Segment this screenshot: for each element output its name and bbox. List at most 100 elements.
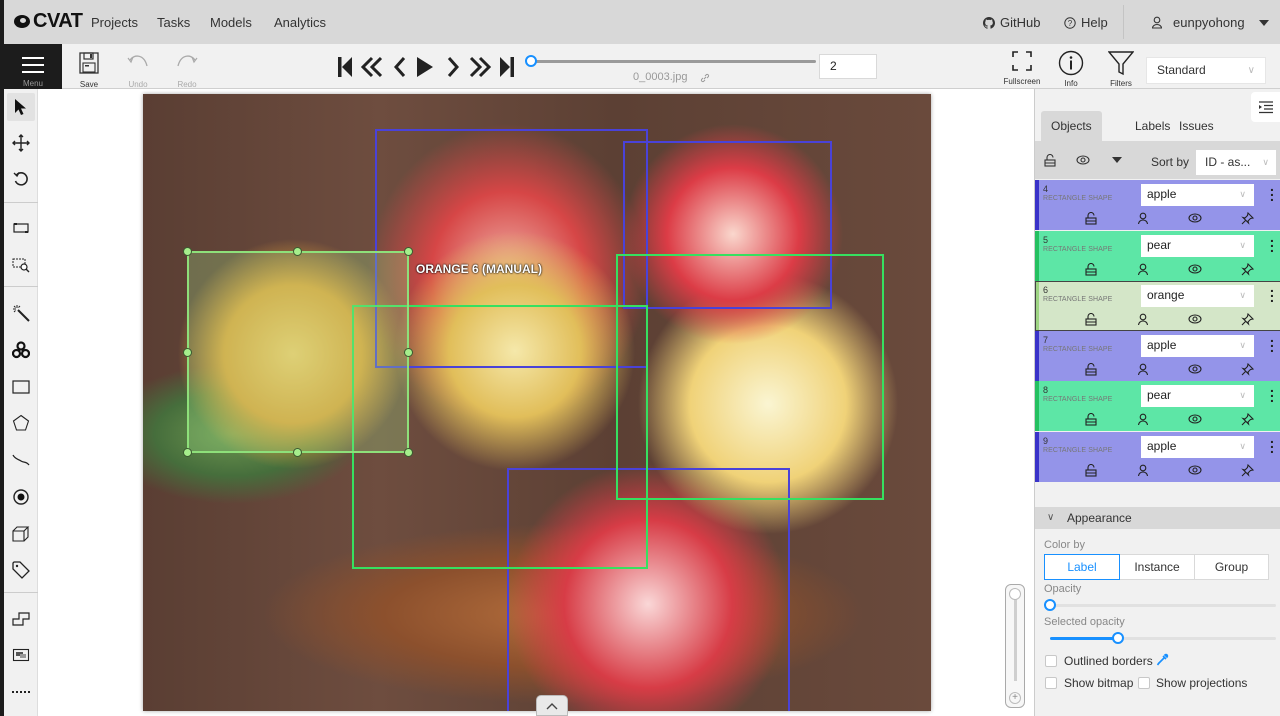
setup-tag-tool[interactable] <box>7 556 35 584</box>
draw-rectangle-tool[interactable] <box>7 373 35 401</box>
group-shapes-tool[interactable] <box>7 641 35 669</box>
user-icon[interactable] <box>1135 211 1151 225</box>
eye-icon[interactable] <box>1187 412 1203 426</box>
tab-issues[interactable]: Issues <box>1169 111 1224 141</box>
resize-handle[interactable] <box>183 448 192 457</box>
last-frame-button[interactable] <box>495 52 519 82</box>
zoom-region-tool[interactable] <box>7 251 35 279</box>
magic-wand-tool[interactable] <box>7 299 35 327</box>
nav-projects[interactable]: Projects <box>91 15 138 30</box>
pin-icon[interactable] <box>1239 312 1255 326</box>
object-label-select[interactable]: apple ∨ <box>1141 335 1254 357</box>
show-projections-checkbox[interactable] <box>1138 677 1150 689</box>
merge-shapes-tool[interactable] <box>7 605 35 633</box>
object-item-9[interactable]: 9 RECTANGLE SHAPE apple ∨ ... <box>1035 431 1280 482</box>
opacity-slider-track[interactable] <box>1050 604 1276 607</box>
lock-all-icon[interactable] <box>1044 154 1056 167</box>
redo-button[interactable]: Redo <box>169 52 205 89</box>
object-label-select[interactable]: pear ∨ <box>1141 235 1254 257</box>
outlined-borders-checkbox[interactable] <box>1045 655 1057 667</box>
object-item-5[interactable]: 5 RECTANGLE SHAPE pear ∨ ... <box>1035 230 1280 281</box>
cvat-logo[interactable]: CVAT <box>14 10 83 33</box>
user-icon[interactable] <box>1135 412 1151 426</box>
resize-handle[interactable] <box>404 448 413 457</box>
zoom-slider[interactable]: + <box>1005 584 1025 708</box>
object-item-4[interactable]: 4 RECTANGLE SHAPE apple ∨ ... <box>1035 179 1280 230</box>
frame-number-input[interactable]: 2 <box>819 54 877 79</box>
zoom-slider-track[interactable] <box>1014 595 1017 681</box>
frame-image[interactable]: ORANGE 6 (MANUAL) <box>143 94 931 711</box>
lock-icon[interactable] <box>1083 262 1099 276</box>
nav-analytics[interactable]: Analytics <box>274 15 326 30</box>
eye-icon[interactable] <box>1187 463 1203 477</box>
filters-button[interactable]: Filters <box>1105 50 1137 88</box>
eye-icon[interactable] <box>1187 211 1203 225</box>
caret-down-icon[interactable] <box>1112 157 1122 163</box>
lock-icon[interactable] <box>1083 412 1099 426</box>
user-icon[interactable] <box>1135 312 1151 326</box>
resize-handle[interactable] <box>183 348 192 357</box>
object-label-select[interactable]: apple ∨ <box>1141 436 1254 458</box>
selected-opacity-slider-handle[interactable] <box>1111 632 1124 644</box>
lock-icon[interactable] <box>1083 312 1099 326</box>
resize-handle[interactable] <box>404 348 413 357</box>
pin-icon[interactable] <box>1239 463 1255 477</box>
pin-icon[interactable] <box>1239 412 1255 426</box>
draw-polygon-tool[interactable] <box>7 409 35 437</box>
sidebar-collapse-button[interactable] <box>1251 92 1280 122</box>
show-bitmap-checkbox[interactable] <box>1045 677 1057 689</box>
eye-icon[interactable] <box>1187 362 1203 376</box>
draw-polyline-tool[interactable] <box>7 446 35 474</box>
pin-icon[interactable] <box>1239 362 1255 376</box>
frame-slider-handle[interactable] <box>525 55 537 67</box>
opencv-tool[interactable] <box>7 336 35 364</box>
more-vertical-icon[interactable]: ... <box>1269 230 1275 254</box>
link-icon[interactable] <box>700 73 710 83</box>
fast-forward-button[interactable] <box>468 52 492 82</box>
resize-handle[interactable] <box>404 247 413 256</box>
tab-objects[interactable]: Objects <box>1041 111 1102 141</box>
nav-models[interactable]: Models <box>210 15 252 30</box>
undo-button[interactable]: Undo <box>120 52 156 89</box>
resize-handle[interactable] <box>293 247 302 256</box>
more-vertical-icon[interactable]: ... <box>1269 330 1275 354</box>
more-vertical-icon[interactable]: ... <box>1269 431 1275 455</box>
cursor-tool[interactable] <box>7 93 35 121</box>
color-by-label-button[interactable]: Label <box>1044 554 1120 580</box>
previous-frame-button[interactable] <box>388 52 412 82</box>
help-link[interactable]: ? Help <box>1064 15 1108 30</box>
object-item-7[interactable]: 7 RECTANGLE SHAPE apple ∨ ... <box>1035 330 1280 381</box>
object-label-select[interactable]: apple ∨ <box>1141 184 1254 206</box>
play-button[interactable] <box>413 52 437 82</box>
first-frame-button[interactable] <box>333 52 357 82</box>
github-link[interactable]: GitHub <box>983 15 1040 30</box>
appearance-header[interactable]: ∨ Appearance <box>1035 507 1280 529</box>
workspace-select[interactable]: Standard ∨ <box>1146 57 1266 84</box>
more-vertical-icon[interactable]: ... <box>1269 280 1275 304</box>
more-vertical-icon[interactable]: ... <box>1269 380 1275 404</box>
zoom-in-icon[interactable]: + <box>1009 692 1021 704</box>
fit-image-tool[interactable] <box>7 214 35 242</box>
pin-icon[interactable] <box>1239 262 1255 276</box>
opacity-slider-handle[interactable] <box>1044 599 1056 611</box>
object-item-8[interactable]: 8 RECTANGLE SHAPE pear ∨ ... <box>1035 380 1280 431</box>
eye-all-icon[interactable] <box>1076 155 1090 165</box>
object-item-6[interactable]: 6 RECTANGLE SHAPE orange ∨ ... <box>1035 280 1280 331</box>
object-label-select[interactable]: pear ∨ <box>1141 385 1254 407</box>
sort-by-select[interactable]: ID - as... ∨ <box>1196 150 1276 175</box>
bbox-orange-selected[interactable] <box>187 251 409 453</box>
next-frame-button[interactable] <box>441 52 465 82</box>
draw-cuboid-tool[interactable] <box>7 520 35 548</box>
annotation-canvas[interactable]: ORANGE 6 (MANUAL) + <box>38 89 1034 716</box>
bottom-panel-toggle[interactable] <box>536 695 568 716</box>
nav-tasks[interactable]: Tasks <box>157 15 190 30</box>
user-icon[interactable] <box>1135 463 1151 477</box>
more-vertical-icon[interactable]: ... <box>1269 179 1275 203</box>
bbox-pear[interactable] <box>616 254 884 500</box>
pin-icon[interactable] <box>1239 211 1255 225</box>
color-by-group-button[interactable]: Group <box>1194 554 1269 580</box>
resize-handle[interactable] <box>293 448 302 457</box>
user-icon[interactable] <box>1135 262 1151 276</box>
object-label-select[interactable]: orange ∨ <box>1141 285 1254 307</box>
move-tool[interactable] <box>7 129 35 157</box>
